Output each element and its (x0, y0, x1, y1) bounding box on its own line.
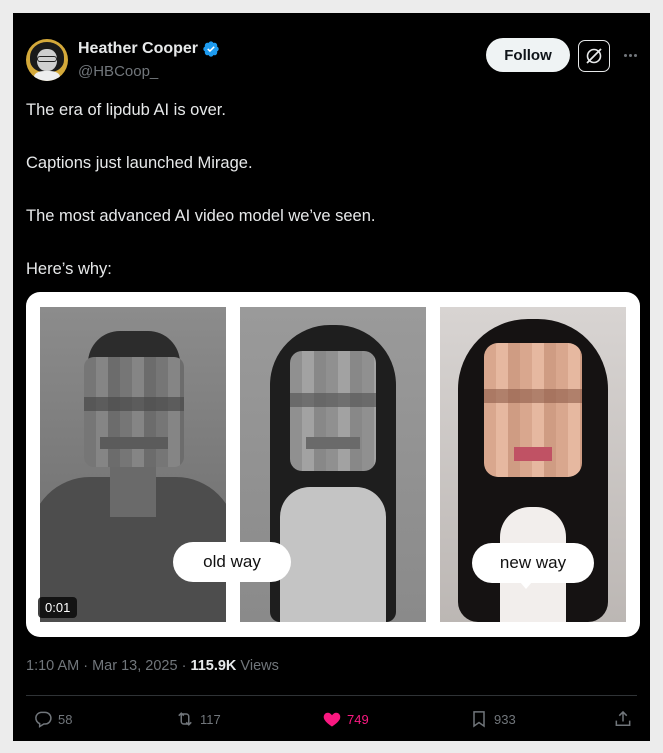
reply-count: 58 (58, 711, 73, 727)
author-handle[interactable]: @HBCoop_ (78, 63, 158, 80)
post-date[interactable]: Mar 13, 2025 (92, 658, 177, 674)
action-bar: 58 117 749 933 (13, 709, 650, 731)
meta-separator: · (79, 658, 93, 674)
verified-badge-icon (203, 41, 219, 57)
tweet-text: The era of lipdub AI is over. Captions j… (26, 99, 636, 311)
divider (26, 695, 637, 696)
like-button[interactable]: 749 (322, 709, 369, 729)
more-dots-icon[interactable] (619, 45, 641, 65)
author-name[interactable]: Heather Cooper (78, 40, 198, 58)
share-button[interactable] (613, 709, 633, 729)
author-name-row[interactable]: Heather Cooper (78, 40, 220, 58)
views-count: 115.9K (190, 658, 237, 674)
tweet-card: Heather Cooper @HBCoop_ Follow The era o… (13, 13, 650, 741)
post-time[interactable]: 1:10 AM (26, 658, 79, 674)
bookmark-button[interactable]: 933 (469, 709, 516, 729)
bookmark-icon (473, 711, 485, 728)
grok-icon[interactable] (578, 40, 610, 72)
reply-button[interactable]: 58 (33, 709, 72, 729)
tweet-line: The most advanced AI video model we’ve s… (26, 207, 376, 225)
reply-icon (35, 711, 52, 728)
repost-button[interactable]: 117 (175, 709, 221, 729)
repost-icon (178, 712, 192, 726)
old-way-label: old way (173, 542, 291, 582)
video-player[interactable]: old way new way 0:01 (26, 292, 640, 637)
new-way-label: new way (472, 543, 594, 589)
avatar[interactable] (26, 39, 68, 81)
tweet-meta: 1:10 AM · Mar 13, 2025 · 115.9K Views (26, 658, 279, 674)
share-icon (615, 710, 631, 726)
bookmark-count: 933 (494, 711, 516, 727)
heart-icon (323, 712, 341, 727)
repost-count: 117 (200, 711, 221, 727)
views-label: Views (236, 658, 279, 674)
follow-button[interactable]: Follow (486, 38, 570, 72)
tweet-line: Captions just launched Mirage. (26, 154, 253, 172)
meta-separator: · (177, 658, 191, 674)
tweet-line: The era of lipdub AI is over. (26, 101, 226, 119)
like-count: 749 (347, 711, 369, 727)
tweet-line: Here’s why: (26, 260, 112, 278)
grok-glyph-icon (586, 48, 602, 64)
video-timer: 0:01 (38, 597, 78, 618)
